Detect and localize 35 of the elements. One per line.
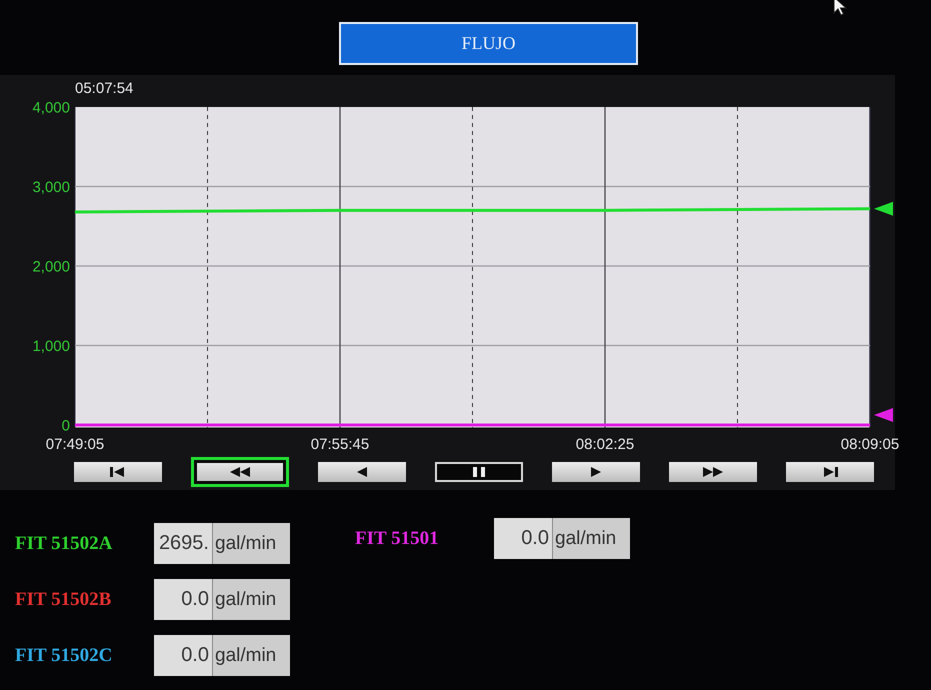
x-axis-label: 08:02:25 bbox=[576, 436, 634, 453]
pointer-icon bbox=[833, 0, 849, 16]
marker-icon bbox=[874, 408, 893, 422]
pause-button[interactable] bbox=[435, 462, 523, 482]
tag-label: FIT 51502A bbox=[15, 532, 114, 554]
rewind-icon bbox=[228, 466, 252, 478]
x-axis-label: 07:55:45 bbox=[310, 436, 370, 453]
y-axis-label: 2,000 bbox=[32, 258, 70, 276]
skip-end-button[interactable] bbox=[786, 462, 874, 482]
y-axis-label: 3,000 bbox=[32, 179, 70, 196]
x-axis-label: 08:09:05 bbox=[840, 436, 900, 453]
value-field: 0.0 bbox=[154, 635, 212, 676]
marker-icon bbox=[874, 202, 893, 216]
tag-label: FIT 51502C bbox=[15, 644, 114, 666]
fast-forward-button[interactable] bbox=[669, 462, 757, 482]
y-axis-label: 4,000 bbox=[32, 100, 70, 116]
unit-label: gal/min bbox=[212, 579, 290, 620]
skip-start-button[interactable] bbox=[74, 462, 162, 482]
fast-forward-icon bbox=[701, 466, 725, 478]
unit-label: gal/min bbox=[552, 518, 630, 559]
rewind-button[interactable] bbox=[191, 457, 289, 487]
x-axis-label: 07:49:05 bbox=[46, 436, 104, 453]
value-field: 2695. bbox=[154, 523, 212, 564]
y-axis-label: 0 bbox=[62, 418, 70, 434]
unit-label: gal/min bbox=[212, 635, 290, 676]
y-axis-label: 1,000 bbox=[32, 338, 70, 355]
tag-label: FIT 51502B bbox=[15, 588, 112, 610]
unit-label: gal/min bbox=[212, 523, 290, 564]
value-field: 0.0 bbox=[494, 518, 552, 559]
tag-label: FIT 51501 bbox=[355, 528, 440, 550]
title-banner: FLUJO bbox=[339, 22, 638, 65]
value-field: 0.0 bbox=[154, 579, 212, 620]
time-label: 05:07:54 bbox=[75, 80, 134, 97]
step-back-button[interactable] bbox=[318, 462, 406, 482]
play-button[interactable] bbox=[552, 462, 640, 482]
